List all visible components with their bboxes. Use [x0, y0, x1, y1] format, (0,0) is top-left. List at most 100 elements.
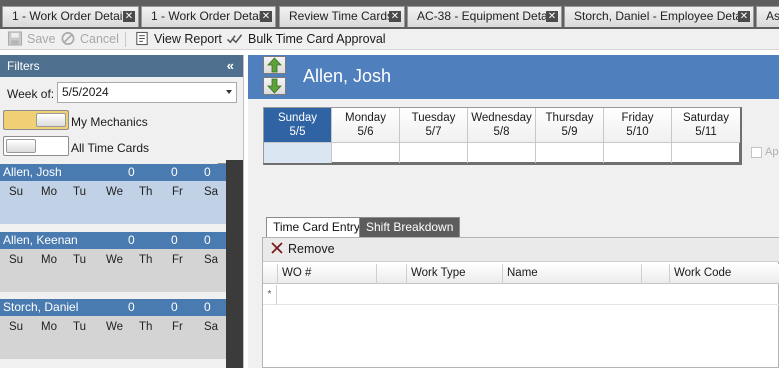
day-abbrev: We — [106, 186, 124, 198]
day-date: 5/5 — [289, 126, 306, 138]
week-of-label: Week of: — [7, 87, 55, 101]
column-header-work-code[interactable]: Work Code — [669, 264, 779, 284]
column-header-blank[interactable] — [641, 264, 669, 284]
all-time-cards-label: All Time Cards — [71, 141, 150, 155]
day-header: Wednesday 5/8 — [468, 108, 535, 143]
tab-time-card-entry[interactable]: Time Card Entry — [266, 217, 367, 237]
column-header-blank[interactable] — [376, 264, 406, 284]
day-name: Saturday — [682, 112, 730, 124]
next-employee-button[interactable] — [263, 77, 286, 95]
day-abbrev: We — [106, 254, 124, 266]
column-header-wo[interactable]: WO # — [277, 264, 376, 284]
close-icon[interactable]: ✕ — [738, 11, 750, 22]
tab-review-time-cards[interactable]: Review Time Cards ✕ — [279, 6, 405, 27]
my-mechanics-label: My Mechanics — [71, 115, 148, 129]
tab-label: 1 - Work Order Detail — [151, 9, 265, 23]
save-button[interactable]: Save — [7, 31, 56, 48]
all-time-cards-toggle[interactable] — [3, 136, 69, 156]
column-header-work-type[interactable]: Work Type — [406, 264, 502, 284]
day-column-thursday[interactable]: Thursday 5/9 — [536, 108, 604, 163]
hours-value: 0 — [171, 233, 178, 247]
week-of-date-picker[interactable]: 5/5/2024 — [57, 82, 237, 103]
row-selector-header — [263, 264, 277, 284]
toolbar-divider — [125, 32, 126, 47]
arrow-down-icon — [267, 78, 282, 94]
new-row-marker: * — [263, 285, 277, 305]
day-abbrev: Sa — [204, 321, 219, 333]
close-icon[interactable]: ✕ — [389, 11, 401, 22]
employee-card-header: Allen, Josh 0 0 0 — [0, 164, 226, 181]
new-entry-row[interactable]: * — [263, 285, 779, 305]
day-date: 5/7 — [425, 126, 442, 138]
week-of-value: 5/5/2024 — [62, 85, 109, 99]
day-abbrev: Mo — [41, 254, 57, 266]
employee-banner: Allen, Josh — [248, 55, 779, 99]
employee-name: Storch, Daniel — [3, 300, 79, 314]
day-name: Sunday — [277, 112, 317, 124]
close-icon[interactable]: ✕ — [546, 11, 558, 22]
employee-list-scrollbar[interactable] — [226, 160, 243, 368]
day-column-monday[interactable]: Monday 5/6 — [332, 108, 400, 163]
day-header: Friday 5/10 — [604, 108, 671, 143]
day-abbrev: Tu — [73, 254, 86, 266]
day-name: Thursday — [545, 112, 594, 124]
day-column-wednesday[interactable]: Wednesday 5/8 — [468, 108, 536, 163]
filters-title: Filters — [7, 59, 40, 73]
tab-work-order-detail-2[interactable]: 1 - Work Order Detail ✕ — [141, 6, 276, 27]
day-date: 5/10 — [626, 126, 649, 138]
day-column-sunday[interactable]: Sunday 5/5 — [264, 108, 332, 163]
day-header: Tuesday 5/7 — [400, 108, 467, 143]
approve-label: Ap — [765, 146, 779, 158]
employee-card-header: Storch, Daniel 0 0 0 — [0, 299, 226, 316]
day-abbrev: Th — [139, 254, 153, 266]
filters-header: Filters « — [0, 55, 243, 77]
grid-header: WO # Work Type Name Work Code — [263, 264, 779, 284]
my-mechanics-toggle[interactable] — [3, 110, 69, 130]
day-name: Wednesday — [471, 112, 532, 124]
day-abbrev: Tu — [73, 186, 86, 198]
tab-employee-detail[interactable]: Storch, Daniel - Employee Detail ✕ — [564, 6, 754, 27]
hours-value: 0 — [128, 165, 135, 179]
toggle-knob — [6, 139, 36, 153]
day-header: Saturday 5/11 — [672, 108, 740, 143]
employee-card[interactable]: Allen, Josh 0 0 0 Su Mo Tu We Th Fr Sa — [0, 164, 226, 224]
close-icon[interactable]: ✕ — [123, 11, 135, 22]
report-icon — [136, 31, 148, 46]
employee-card-header: Allen, Keenan 0 0 0 — [0, 232, 226, 249]
employee-card[interactable]: Allen, Keenan 0 0 0 Su Mo Tu We Th Fr Sa — [0, 232, 226, 292]
day-abbrev: Su — [9, 186, 24, 198]
day-column-saturday[interactable]: Saturday 5/11 — [672, 108, 740, 163]
day-hours-cell[interactable] — [264, 143, 331, 163]
tab-truncated[interactable]: Ass — [756, 6, 779, 27]
day-name: Friday — [621, 112, 654, 124]
tab-label: Review Time Cards — [289, 9, 394, 23]
cancel-button[interactable]: Cancel — [60, 31, 119, 48]
approve-checkbox[interactable] — [751, 147, 762, 158]
time-card-detail: Allen, Josh Sunday 5/5 Monday 5/6 Tuesda… — [248, 55, 779, 368]
day-abbrev: Mo — [41, 321, 57, 333]
employee-card[interactable]: Storch, Daniel 0 0 0 Su Mo Tu We Th Fr S… — [0, 299, 226, 359]
hours-value: 0 — [204, 300, 211, 314]
collapse-panel-icon[interactable]: « — [227, 55, 234, 77]
hours-value: 0 — [204, 165, 211, 179]
day-date: 5/9 — [561, 126, 578, 138]
day-header: Monday 5/6 — [332, 108, 399, 143]
day-column-friday[interactable]: Friday 5/10 — [604, 108, 672, 163]
day-column-tuesday[interactable]: Tuesday 5/7 — [400, 108, 468, 163]
day-abbrev: Fr — [172, 186, 183, 198]
hours-value: 0 — [204, 233, 211, 247]
tab-shift-breakdown[interactable]: Shift Breakdown — [359, 217, 461, 237]
column-header-name[interactable]: Name — [502, 264, 641, 284]
tab-equipment-detail[interactable]: AC-38 - Equipment Detail ✕ — [407, 6, 562, 27]
previous-employee-button[interactable] — [263, 56, 286, 74]
chevron-down-icon[interactable] — [226, 90, 232, 94]
remove-button[interactable]: Remove — [271, 241, 335, 258]
close-icon[interactable]: ✕ — [260, 11, 272, 22]
remove-x-icon — [271, 242, 283, 254]
tab-work-order-detail-1[interactable]: 1 - Work Order Detail ✕ — [2, 6, 139, 27]
save-label: Save — [27, 32, 56, 46]
view-report-button[interactable]: View Report — [134, 31, 222, 48]
day-abbrev: Sa — [204, 254, 219, 266]
hours-value: 0 — [128, 300, 135, 314]
bulk-approval-button[interactable]: Bulk Time Card Approval — [226, 31, 386, 48]
